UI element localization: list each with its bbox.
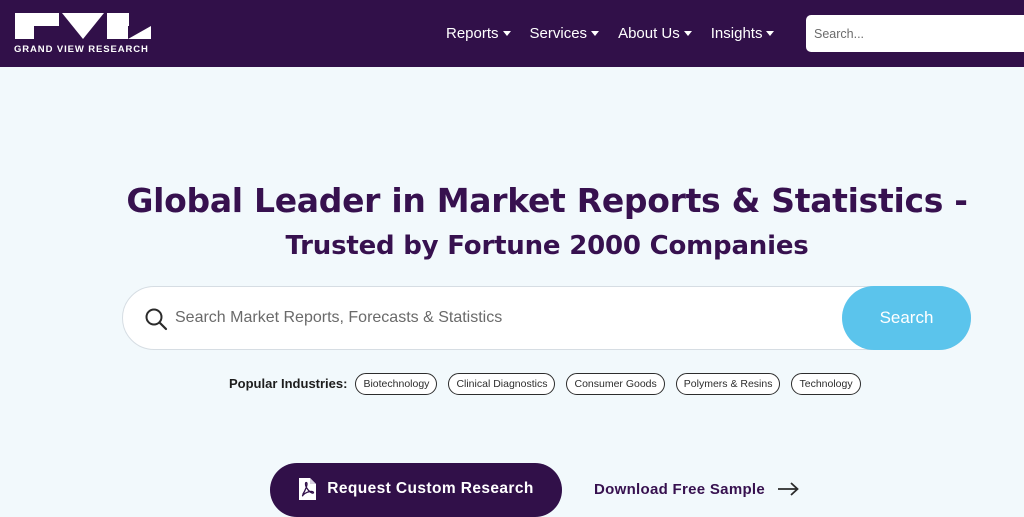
caret-down-icon [766,31,775,36]
page-headline: Global Leader in Market Reports & Statis… [126,181,968,220]
caret-down-icon [683,31,692,36]
caret-down-icon [502,31,511,36]
nav-item-label: About Us [618,24,680,42]
request-custom-research-label: Request Custom Research [327,479,534,497]
hero-search-input[interactable] [175,303,735,333]
nav-item-label: Reports [446,24,499,42]
industry-chip-biotechnology[interactable]: Biotechnology [355,372,438,395]
request-custom-research-button[interactable]: Request Custom Research [270,463,562,517]
download-free-sample-label: Download Free Sample [594,480,766,498]
industry-chip-consumer-goods[interactable]: Consumer Goods [566,372,665,395]
popular-industries-label: Popular Industries: [229,376,348,391]
logo[interactable]: GRAND VIEW RESEARCH [14,13,152,57]
nav-item-insights[interactable]: Insights [711,22,775,44]
page-subheadline: Trusted by Fortune 2000 Companies [285,231,809,261]
hero-search-button[interactable]: Search [842,286,971,350]
pdf-icon [299,477,317,500]
nav-item-label: Insights [710,24,763,42]
header-search-input[interactable] [806,15,1024,52]
nav-item-reports[interactable]: Reports [446,22,511,44]
search-icon [145,308,168,331]
caret-down-icon [591,31,600,36]
popular-industries: Popular Industries: Biotechnology Clinic… [229,372,872,395]
arrow-right-icon [778,482,799,496]
nav-item-services[interactable]: Services [530,22,600,44]
main-nav: Reports Services About Us Insights [446,22,793,44]
logo-text: GRAND VIEW RESEARCH [14,44,149,55]
industry-chip-polymers-resins[interactable]: Polymers & Resins [675,372,781,395]
nav-item-about-us[interactable]: About Us [618,22,692,44]
download-free-sample-link[interactable]: Download Free Sample [594,478,799,500]
industry-chip-technology[interactable]: Technology [791,372,861,395]
industry-chip-clinical-diagnostics[interactable]: Clinical Diagnostics [448,372,556,395]
hero-search-bar: Search [122,286,971,350]
logo-mark-icon [15,13,151,39]
nav-item-label: Services [529,24,588,42]
top-navbar: GRAND VIEW RESEARCH Reports Services Abo… [0,0,1024,67]
